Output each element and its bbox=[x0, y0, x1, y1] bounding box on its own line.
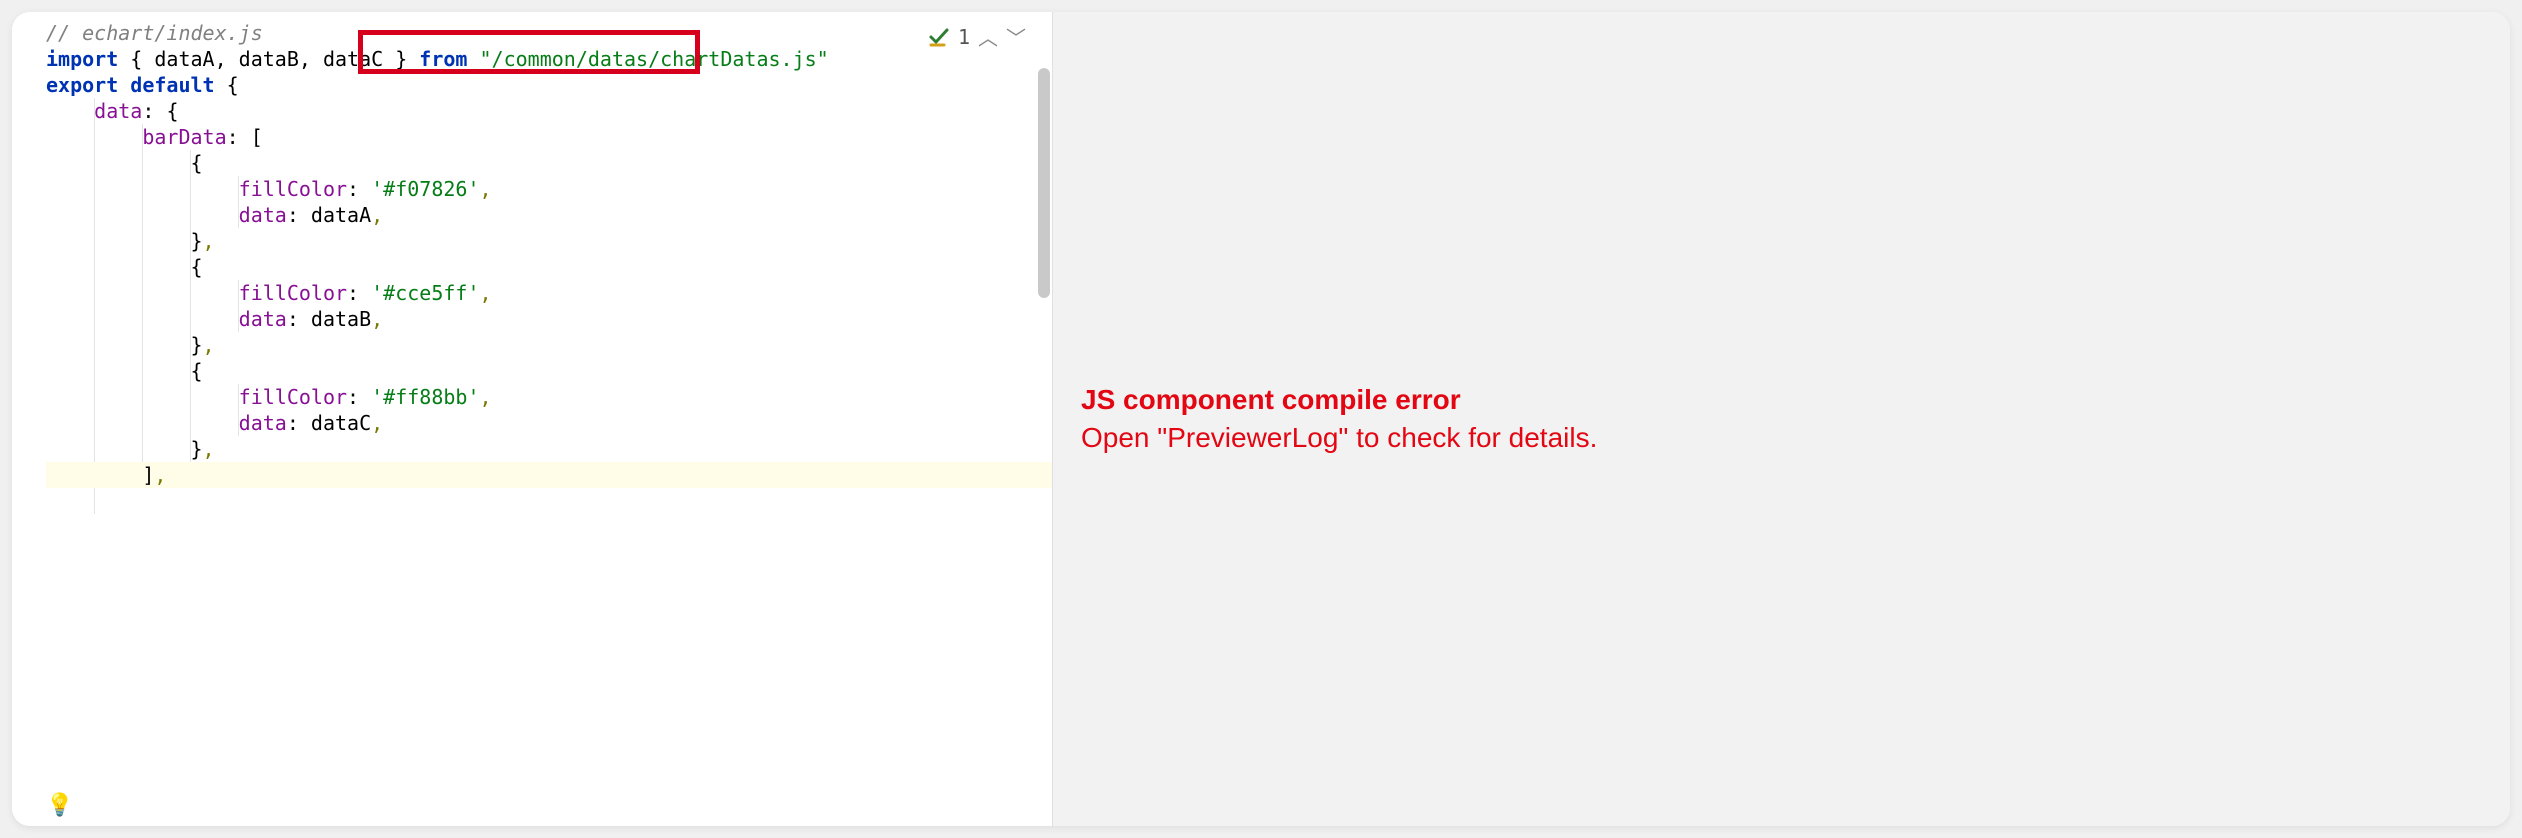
code-line: data: dataA, bbox=[46, 202, 1052, 228]
code-line: data: dataC, bbox=[46, 410, 1052, 436]
code-line: fillColor: '#cce5ff', bbox=[46, 280, 1052, 306]
error-title: JS component compile error bbox=[1081, 381, 2510, 419]
code-line: data: dataB, bbox=[46, 306, 1052, 332]
code-line: { bbox=[46, 150, 1052, 176]
app-container: 1 ︿ ﹀ // echart/index.js import { dataA,… bbox=[12, 12, 2510, 826]
preview-pane: JS component compile error Open "Preview… bbox=[1052, 12, 2510, 826]
code-line: }, bbox=[46, 228, 1052, 254]
code-line: }, bbox=[46, 332, 1052, 358]
code-line: import { dataA, dataB, dataC } from "/co… bbox=[46, 46, 1052, 72]
code-line: fillColor: '#f07826', bbox=[46, 176, 1052, 202]
code-line: data: { bbox=[46, 98, 1052, 124]
code-line: fillColor: '#ff88bb', bbox=[46, 384, 1052, 410]
error-detail: Open "PreviewerLog" to check for details… bbox=[1081, 419, 2510, 457]
code-line: ], bbox=[46, 462, 1052, 488]
code-line: { bbox=[46, 254, 1052, 280]
code-line: export default { bbox=[46, 72, 1052, 98]
code-line: // echart/index.js bbox=[46, 20, 1052, 46]
code-line: }, bbox=[46, 436, 1052, 462]
code-area[interactable]: // echart/index.js import { dataA, dataB… bbox=[12, 12, 1052, 826]
code-line: { bbox=[46, 358, 1052, 384]
code-line: barData: [ bbox=[46, 124, 1052, 150]
lightbulb-icon[interactable]: 💡 bbox=[46, 793, 73, 818]
code-editor-pane[interactable]: 1 ︿ ﹀ // echart/index.js import { dataA,… bbox=[12, 12, 1052, 826]
